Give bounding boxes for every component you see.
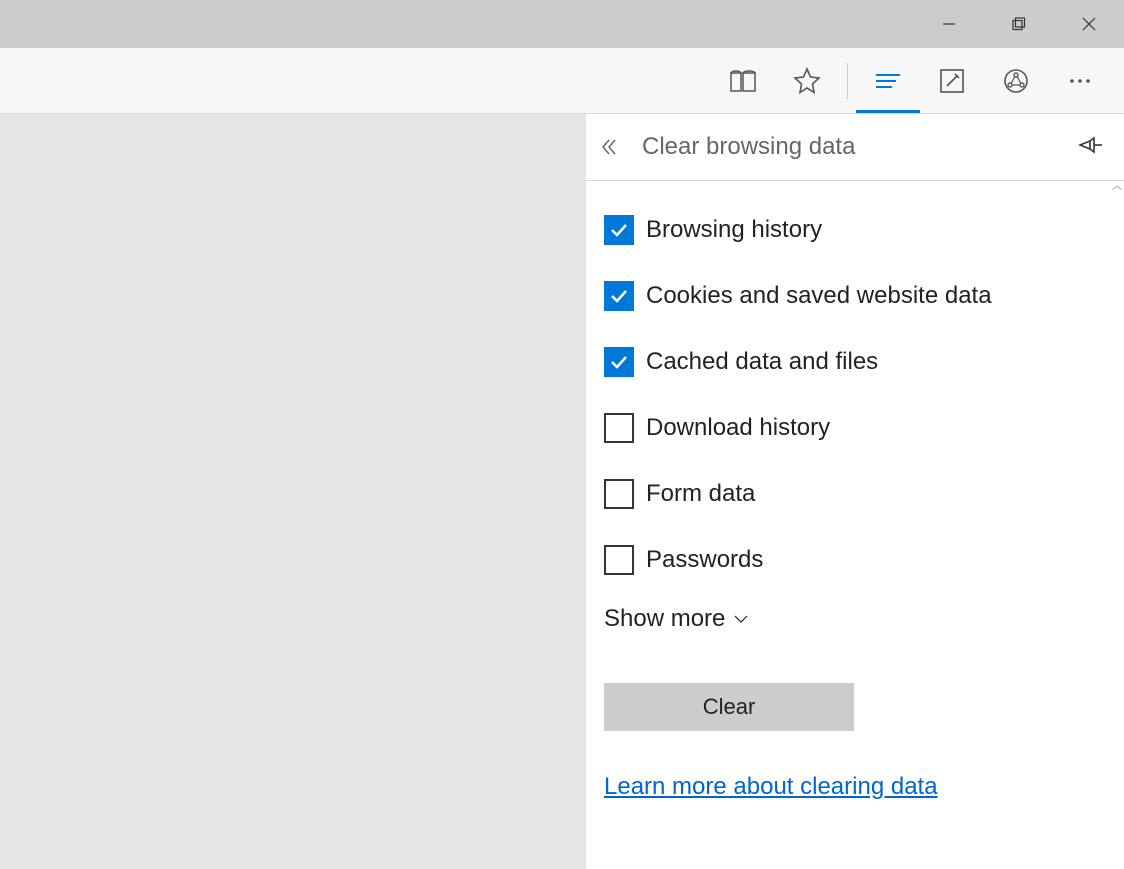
clear-button[interactable]: Clear bbox=[604, 683, 854, 731]
page-area bbox=[0, 114, 586, 869]
checkbox-passwords[interactable]: Passwords bbox=[604, 545, 1108, 575]
panel-header: Clear browsing data bbox=[586, 114, 1124, 181]
reading-view-button[interactable] bbox=[711, 49, 775, 113]
close-button[interactable] bbox=[1054, 0, 1124, 48]
checkbox-icon bbox=[604, 347, 634, 377]
checkbox-icon bbox=[604, 413, 634, 443]
checkbox-cookies[interactable]: Cookies and saved website data bbox=[604, 281, 1108, 311]
show-more-toggle[interactable]: Show more bbox=[604, 605, 1108, 633]
chevron-down-icon bbox=[733, 614, 749, 624]
checkbox-icon bbox=[604, 479, 634, 509]
hub-button[interactable] bbox=[856, 49, 920, 113]
show-more-label: Show more bbox=[604, 605, 725, 633]
checkbox-label: Browsing history bbox=[646, 216, 822, 244]
more-button[interactable] bbox=[1048, 49, 1112, 113]
toolbar-separator bbox=[847, 63, 848, 99]
checkbox-label: Cached data and files bbox=[646, 348, 878, 376]
checkbox-icon bbox=[604, 545, 634, 575]
panel-body: Browsing history Cookies and saved websi… bbox=[586, 181, 1124, 869]
checkbox-label: Passwords bbox=[646, 546, 763, 574]
checkbox-label: Download history bbox=[646, 414, 830, 442]
panel-title: Clear browsing data bbox=[642, 133, 1060, 161]
pin-button[interactable] bbox=[1078, 135, 1104, 160]
checkbox-download-history[interactable]: Download history bbox=[604, 413, 1108, 443]
checkbox-icon bbox=[604, 281, 634, 311]
share-button[interactable] bbox=[984, 49, 1048, 113]
panel-back-button[interactable] bbox=[594, 138, 624, 156]
checkbox-label: Cookies and saved website data bbox=[646, 282, 992, 310]
web-note-button[interactable] bbox=[920, 49, 984, 113]
checkbox-label: Form data bbox=[646, 480, 755, 508]
window-titlebar bbox=[0, 0, 1124, 48]
maximize-button[interactable] bbox=[984, 0, 1054, 48]
checkbox-icon bbox=[604, 215, 634, 245]
checkbox-browsing-history[interactable]: Browsing history bbox=[604, 215, 1108, 245]
settings-panel: Clear browsing data ︿ Browsing history C… bbox=[586, 114, 1124, 869]
checkbox-cached-data[interactable]: Cached data and files bbox=[604, 347, 1108, 377]
checkbox-form-data[interactable]: Form data bbox=[604, 479, 1108, 509]
browser-toolbar bbox=[0, 48, 1124, 114]
favorites-button[interactable] bbox=[775, 49, 839, 113]
minimize-button[interactable] bbox=[914, 0, 984, 48]
learn-more-link[interactable]: Learn more about clearing data bbox=[604, 773, 938, 800]
content-area: Clear browsing data ︿ Browsing history C… bbox=[0, 114, 1124, 869]
